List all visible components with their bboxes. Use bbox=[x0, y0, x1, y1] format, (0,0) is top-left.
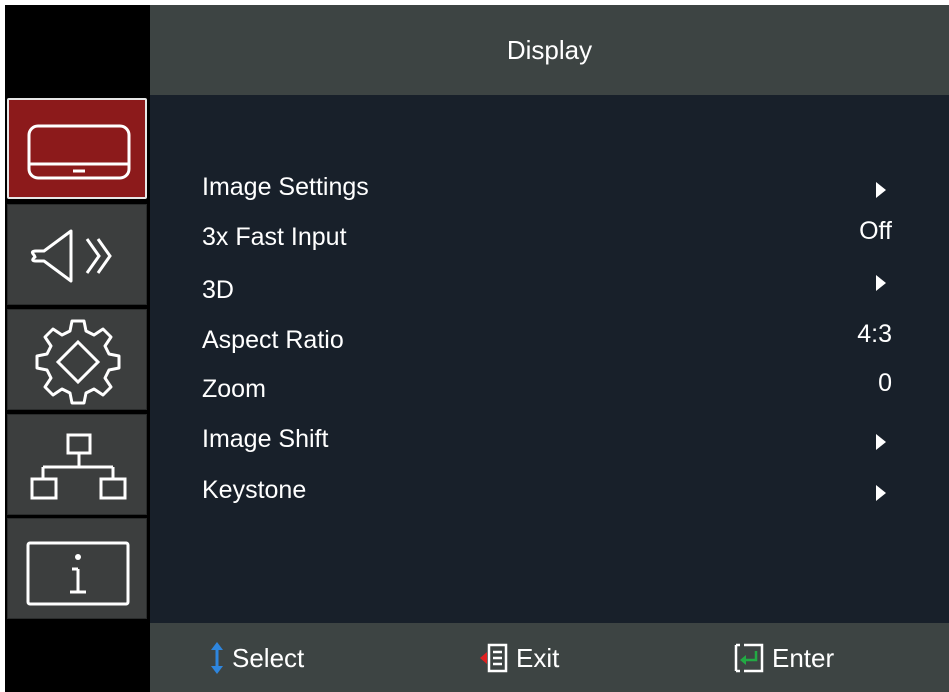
menu-item-zoom[interactable]: Zoom 0 bbox=[202, 369, 892, 409]
exit-icon bbox=[480, 643, 508, 673]
menu-item-label: 3D bbox=[202, 276, 234, 304]
display-icon bbox=[27, 124, 131, 180]
submenu-arrow-icon bbox=[876, 275, 886, 291]
speaker-icon bbox=[30, 229, 112, 283]
menu-item-keystone[interactable]: Keystone bbox=[202, 470, 892, 510]
tab-information[interactable] bbox=[7, 518, 147, 619]
submenu-arrow-icon bbox=[876, 485, 886, 501]
footer-enter-label: Enter bbox=[772, 642, 835, 673]
menu-item-label: 3x Fast Input bbox=[202, 223, 347, 251]
footer-select-label: Select bbox=[232, 642, 305, 673]
header: Display bbox=[150, 5, 949, 95]
up-down-arrow-icon bbox=[211, 642, 223, 674]
menu-item-value: Off bbox=[859, 217, 892, 245]
menu-item-aspect-ratio[interactable]: Aspect Ratio 4:3 bbox=[202, 320, 892, 360]
menu-item-label: Keystone bbox=[202, 476, 307, 504]
menu-item-label: Image Settings bbox=[202, 173, 369, 201]
menu-panel: Image Settings 3x Fast Input Off 3D Aspe… bbox=[150, 95, 949, 623]
submenu-arrow-icon bbox=[876, 182, 886, 198]
footer-exit-label: Exit bbox=[516, 642, 560, 673]
menu-item-value: 0 bbox=[878, 369, 892, 397]
enter-icon bbox=[734, 643, 764, 673]
footer-enter: Enter bbox=[734, 642, 834, 674]
menu-item-value: 4:3 bbox=[857, 320, 892, 348]
tab-network[interactable] bbox=[7, 414, 147, 515]
network-icon bbox=[30, 433, 127, 500]
menu-item-3x-fast-input[interactable]: 3x Fast Input Off bbox=[202, 217, 892, 257]
footer-select: Select bbox=[210, 642, 304, 674]
page-title: Display bbox=[506, 34, 593, 65]
tab-display[interactable] bbox=[7, 98, 147, 199]
menu-item-label: Image Shift bbox=[202, 425, 329, 453]
menu-item-label: Aspect Ratio bbox=[202, 326, 344, 354]
gear-icon bbox=[35, 319, 121, 405]
tab-audio[interactable] bbox=[7, 204, 147, 305]
info-icon bbox=[26, 541, 130, 606]
tab-settings[interactable] bbox=[7, 309, 147, 410]
menu-item-3d[interactable]: 3D bbox=[202, 270, 892, 310]
submenu-arrow-icon bbox=[876, 434, 886, 450]
footer: Select Exit Enter bbox=[150, 623, 949, 692]
menu-item-image-shift[interactable]: Image Shift bbox=[202, 419, 892, 459]
menu-item-image-settings[interactable]: Image Settings bbox=[202, 167, 892, 207]
footer-exit: Exit bbox=[480, 642, 559, 674]
menu-item-label: Zoom bbox=[202, 375, 266, 403]
